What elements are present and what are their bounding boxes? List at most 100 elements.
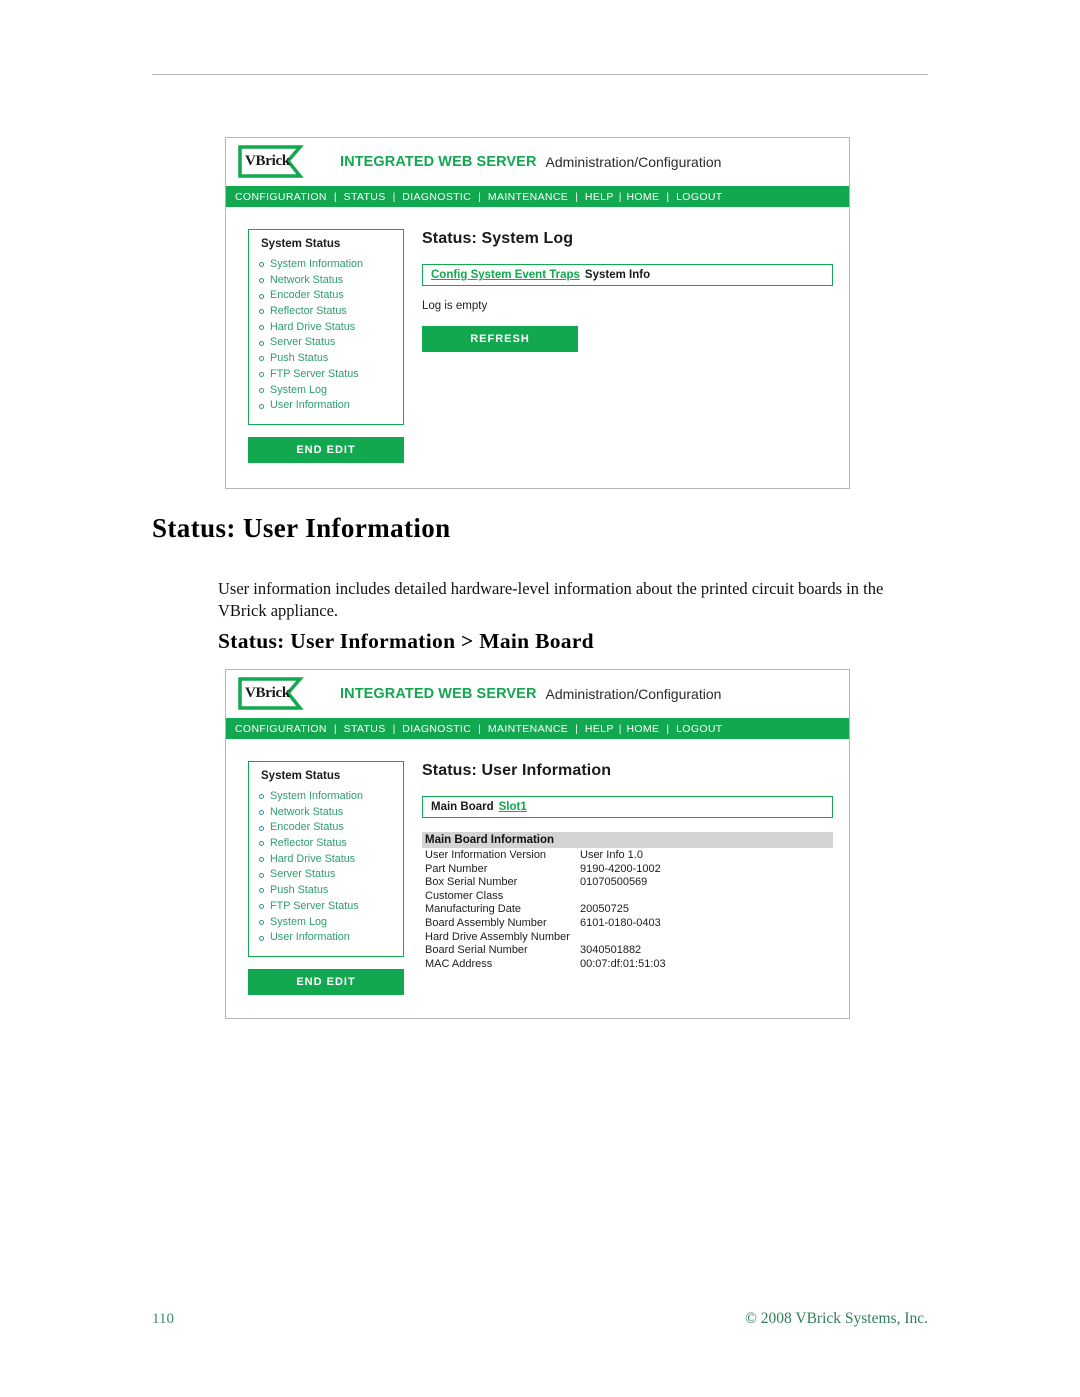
bullet-icon — [259, 794, 264, 800]
sidebar-item-ftp-server-status[interactable]: FTP Server Status — [259, 899, 393, 915]
vbrick-logo-icon: VBrick — [238, 677, 310, 711]
body-paragraph: User information includes detailed hardw… — [218, 578, 884, 620]
app-header: VBrick INTEGRATED WEB SERVER Administrat… — [226, 138, 849, 186]
row-value: User Info 1.0 — [580, 849, 643, 861]
table-row: MAC Address 00:07:df:01:51:03 — [422, 958, 833, 972]
nav-item-status[interactable]: STATUS — [344, 723, 386, 735]
sidebar-item-label: System Log — [270, 915, 328, 928]
nav-item-status[interactable]: STATUS — [344, 191, 386, 203]
nav-item-help[interactable]: HELP — [585, 723, 614, 735]
sidebar-item-encoder-status[interactable]: Encoder Status — [259, 820, 393, 836]
page-heading-2: Status: User Information > Main Board — [218, 629, 594, 653]
sidebar-item-server-status[interactable]: Server Status — [259, 335, 393, 351]
sidebar-item-system-log[interactable]: System Log — [259, 383, 393, 399]
tab-config-system-event-traps[interactable]: Config System Event Traps — [431, 269, 580, 281]
tab-main-board[interactable]: Main Board — [431, 801, 494, 813]
nav-separator: | — [575, 190, 578, 203]
nav-separator: | — [478, 190, 481, 203]
section-name: Administration/Configuration — [545, 154, 722, 170]
row-value: 01070500569 — [580, 876, 648, 889]
sidebar-item-label: Push Status — [270, 884, 329, 897]
sidebar-box: System Status System Information Network… — [248, 229, 404, 425]
sidebar-item-server-status[interactable]: Server Status — [259, 867, 393, 883]
bullet-icon — [259, 919, 264, 925]
tab-bar: Config System Event Traps System Info — [422, 264, 833, 286]
nav-item-logout[interactable]: LOGOUT — [676, 723, 722, 735]
nav-separator: | — [666, 722, 670, 735]
bullet-icon — [259, 935, 264, 941]
sidebar-item-label: Push Status — [270, 352, 329, 365]
row-value: 00:07:df:01:51:03 — [580, 957, 666, 970]
section-name: Administration/Configuration — [545, 686, 722, 702]
nav-item-home[interactable]: HOME — [626, 723, 659, 735]
app-header: VBrick INTEGRATED WEB SERVER Administrat… — [226, 670, 849, 718]
sidebar-item-system-information[interactable]: System Information — [259, 789, 393, 805]
nav-separator: | — [478, 722, 481, 735]
sidebar-item-reflector-status[interactable]: Reflector Status — [259, 836, 393, 852]
table-row: Hard Drive Assembly Number — [422, 931, 833, 945]
sidebar-item-network-status[interactable]: Network Status — [259, 805, 393, 821]
tab-slot1[interactable]: Slot1 — [499, 801, 527, 813]
sidebar-item-label: Hard Drive Status — [270, 852, 356, 865]
nav-item-configuration[interactable]: CONFIGURATION — [235, 191, 327, 203]
screenshot-status-system-log: VBrick INTEGRATED WEB SERVER Administrat… — [225, 137, 850, 489]
main-content: Status: User Information Main Board Slot… — [404, 761, 849, 995]
page-title: Status: System Log — [422, 230, 574, 247]
bullet-icon — [259, 356, 264, 362]
app-body: System Status System Information Network… — [226, 207, 849, 463]
nav-item-home[interactable]: HOME — [626, 191, 659, 203]
nav-separator: | — [618, 722, 622, 735]
nav-item-configuration[interactable]: CONFIGURATION — [235, 723, 327, 735]
end-edit-button[interactable]: END EDIT — [248, 436, 404, 463]
row-label: Hard Drive Assembly Number — [425, 930, 570, 943]
sidebar-item-label: User Information — [270, 931, 350, 944]
nav-item-maintenance[interactable]: MAINTENANCE — [488, 723, 568, 735]
table-row: User Information Version User Info 1.0 — [422, 849, 833, 863]
page-heading-1: Status: User Information — [152, 513, 451, 543]
sidebar-item-label: System Information — [270, 258, 364, 270]
sidebar-item-label: Network Status — [270, 805, 344, 818]
end-edit-button[interactable]: END EDIT — [248, 968, 404, 995]
sidebar-item-label: User Information — [270, 399, 350, 412]
table-banner: Main Board Information — [422, 832, 833, 848]
refresh-button[interactable]: REFRESH — [422, 326, 578, 352]
sidebar-item-label: Hard Drive Status — [270, 320, 356, 333]
bullet-icon — [259, 825, 264, 831]
bullet-icon — [259, 325, 264, 331]
main-content: Status: System Log Config System Event T… — [404, 229, 849, 463]
sidebar-item-hard-drive-status[interactable]: Hard Drive Status — [259, 852, 393, 868]
sidebar-item-reflector-status[interactable]: Reflector Status — [259, 304, 393, 320]
vbrick-logo-text: VBrick — [245, 685, 290, 701]
copyright-notice: © 2008 VBrick Systems, Inc. — [745, 1310, 928, 1327]
sidebar-item-network-status[interactable]: Network Status — [259, 273, 393, 289]
row-label: Customer Class — [425, 889, 504, 902]
vbrick-logo-icon: VBrick — [238, 145, 310, 179]
sidebar-title: System Status — [261, 770, 341, 782]
nav-item-diagnostic[interactable]: DIAGNOSTIC — [402, 723, 471, 735]
nav-item-help[interactable]: HELP — [585, 191, 614, 203]
sidebar-item-user-information[interactable]: User Information — [259, 930, 393, 946]
nav-item-logout[interactable]: LOGOUT — [676, 191, 722, 203]
sidebar-item-hard-drive-status[interactable]: Hard Drive Status — [259, 320, 393, 336]
row-label: Part Number — [425, 862, 488, 875]
sidebar-item-ftp-server-status[interactable]: FTP Server Status — [259, 367, 393, 383]
bullet-icon — [259, 888, 264, 894]
sidebar-item-label: FTP Server Status — [270, 899, 359, 912]
sidebar-item-system-information[interactable]: System Information — [259, 257, 393, 273]
row-value — [577, 931, 833, 945]
tab-system-info[interactable]: System Info — [585, 269, 650, 281]
main-nav: CONFIGURATION | STATUS | DIAGNOSTIC | MA… — [226, 718, 849, 739]
bullet-icon — [259, 293, 264, 299]
sidebar-item-user-information[interactable]: User Information — [259, 398, 393, 414]
log-status-text: Log is empty — [422, 300, 488, 312]
sidebar-item-push-status[interactable]: Push Status — [259, 883, 393, 899]
row-label: MAC Address — [425, 957, 493, 970]
page-top-rule — [152, 74, 928, 75]
row-label: Manufacturing Date — [425, 903, 521, 916]
nav-item-maintenance[interactable]: MAINTENANCE — [488, 191, 568, 203]
table-row: Board Serial Number 3040501882 — [422, 944, 833, 958]
nav-item-diagnostic[interactable]: DIAGNOSTIC — [402, 191, 471, 203]
sidebar-item-system-log[interactable]: System Log — [259, 915, 393, 931]
sidebar-item-encoder-status[interactable]: Encoder Status — [259, 288, 393, 304]
sidebar-item-push-status[interactable]: Push Status — [259, 351, 393, 367]
